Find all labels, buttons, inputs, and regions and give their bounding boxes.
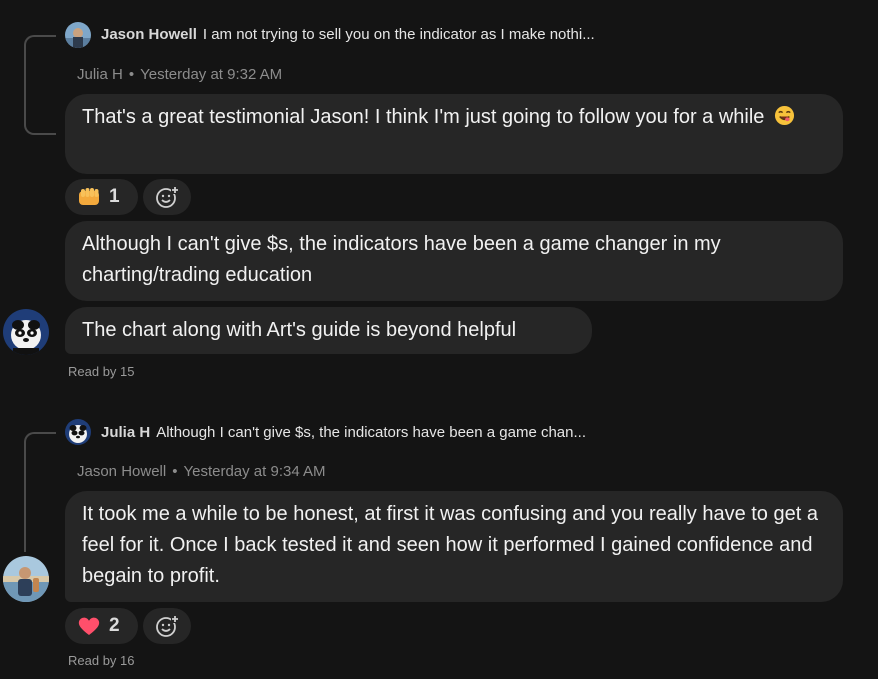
reaction-heart[interactable]: 2: [65, 608, 138, 644]
meta-timestamp: Yesterday at 9:34 AM: [183, 463, 326, 480]
quoted-reply-author: Julia H: [101, 424, 151, 441]
add-reaction-button[interactable]: [143, 179, 191, 215]
quoted-reply-text: Although I can't give $s, the indicators…: [156, 424, 586, 441]
message-bubble[interactable]: Although I can't give $s, the indicators…: [65, 221, 843, 301]
message-bubble[interactable]: That's a great testimonial Jason! I thin…: [65, 94, 843, 174]
message-text: The chart along with Art's guide is beyo…: [82, 319, 517, 341]
message-bubble[interactable]: The chart along with Art's guide is beyo…: [65, 307, 592, 354]
add-emoji-icon: [155, 185, 179, 209]
quoted-reply-text: I am not trying to sell you on the indic…: [202, 26, 595, 43]
quoted-reply[interactable]: Jason Howell I am not trying to sell you …: [101, 26, 595, 43]
message-text: That's a great testimonial Jason! I thin…: [82, 106, 765, 128]
quoted-reply[interactable]: Julia H Although I can't give $s, the ind…: [101, 424, 586, 441]
meta-separator: •: [128, 66, 135, 83]
avatar-julia[interactable]: [3, 309, 49, 355]
yum-face-icon: [774, 105, 795, 136]
meta-timestamp: Yesterday at 9:32 AM: [140, 66, 283, 83]
fist-bump-icon: [77, 186, 101, 208]
add-emoji-icon: [155, 614, 179, 638]
meta-author: Julia H: [77, 66, 123, 83]
message-text: Although I can't give $s, the indicators…: [82, 233, 721, 286]
read-receipt[interactable]: Read by 16: [68, 653, 135, 668]
message-meta: Julia H • Yesterday at 9:32 AM: [77, 66, 282, 83]
message-bubble[interactable]: It took me a while to be honest, at firs…: [65, 491, 843, 602]
heart-icon: [77, 615, 101, 637]
avatar-julia-small[interactable]: [65, 419, 91, 445]
message-text: It took me a while to be honest, at firs…: [82, 503, 818, 587]
message-meta: Jason Howell • Yesterday at 9:34 AM: [77, 463, 326, 480]
reply-connector-line: [24, 35, 56, 135]
add-reaction-button[interactable]: [143, 608, 191, 644]
quoted-reply-author: Jason Howell: [101, 26, 197, 43]
reply-connector-line: [24, 432, 56, 552]
avatar-jason[interactable]: [3, 556, 49, 602]
reaction-count: 2: [109, 615, 120, 636]
meta-separator: •: [172, 463, 178, 480]
meta-author: Jason Howell: [77, 463, 167, 480]
reaction-count: 1: [109, 186, 120, 207]
read-receipt[interactable]: Read by 15: [68, 364, 135, 379]
reaction-fist-bump[interactable]: 1: [65, 179, 138, 215]
avatar-jason-small[interactable]: [65, 22, 91, 48]
